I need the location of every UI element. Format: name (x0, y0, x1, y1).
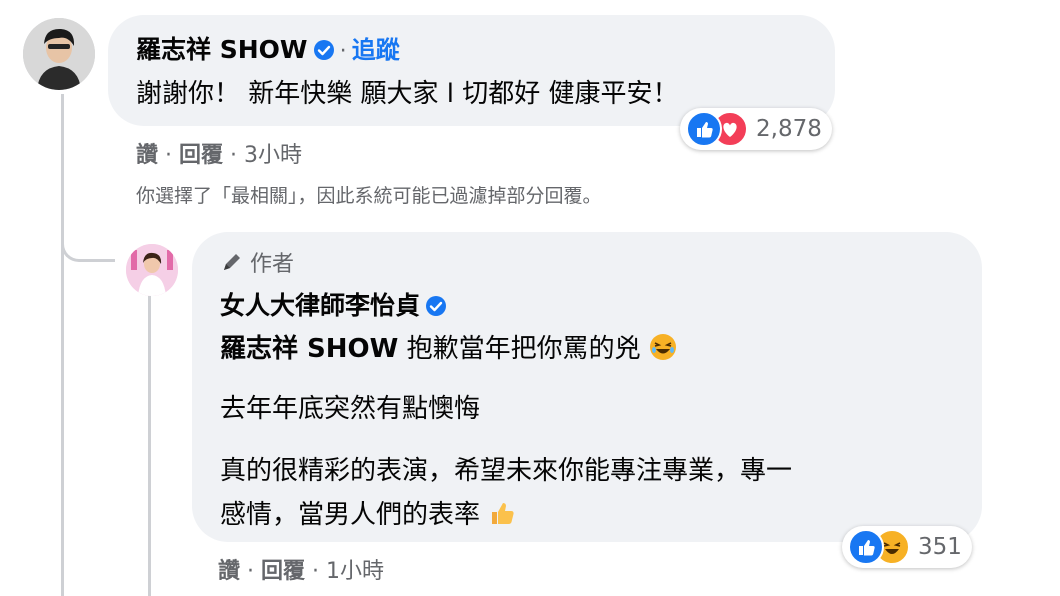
action-separator: · (247, 559, 255, 584)
comment-actions: 讚 · 回覆 · 3小時 (136, 137, 302, 169)
like-action[interactable]: 讚 (218, 559, 240, 584)
follow-button[interactable]: 追蹤 (352, 36, 400, 64)
follow-separator: · (339, 39, 347, 64)
author-badge-label: 作者 (250, 252, 295, 277)
reply-first-line: 羅志祥 SHOW 抱歉當年把你罵的兇 (220, 328, 677, 368)
filter-notice: 你選擇了「最相關」，因此系統可能已過濾掉部分回覆。 (136, 185, 602, 207)
reply-author-avatar[interactable] (126, 244, 178, 296)
action-separator: · (165, 143, 173, 168)
comment-header: 羅志祥 SHOW · 追蹤 (136, 30, 400, 66)
reply-line-4: 感情，當男人們的表率 (220, 500, 481, 530)
commenter-avatar[interactable] (23, 18, 95, 90)
reply-author-name[interactable]: 女人大律師李怡貞 (220, 291, 420, 320)
thumbs-up-emoji-icon (488, 499, 516, 534)
reply-line-1: 抱歉當年把你罵的兇 (406, 334, 641, 364)
mention-link[interactable]: 羅志祥 SHOW (220, 334, 398, 364)
reply-action[interactable]: 回覆 (179, 143, 223, 168)
reply-thread-line (148, 296, 151, 596)
reply-timestamp[interactable]: 1小時 (326, 559, 384, 584)
reply-line-3: 真的很精彩的表演，希望未來你能專注專業，專一 (220, 456, 793, 486)
reply-actions: 讚 · 回覆 · 1小時 (218, 553, 384, 585)
pencil-icon (220, 250, 244, 274)
action-separator: · (312, 559, 320, 584)
haha-emoji-icon (649, 333, 677, 368)
reply-header: 女人大律師李怡貞 (220, 286, 447, 322)
verified-badge-icon (425, 295, 447, 321)
verified-badge-icon (313, 39, 335, 65)
comment-reaction-count: 2,878 (756, 116, 822, 142)
reply-reaction-count: 351 (918, 534, 962, 560)
like-action[interactable]: 讚 (136, 143, 158, 168)
reply-reactions[interactable]: 351 (842, 526, 972, 568)
like-reaction-icon (848, 529, 884, 565)
like-reaction-icon (686, 111, 722, 147)
thread-line-curve (61, 226, 115, 262)
reply-action[interactable]: 回覆 (261, 559, 305, 584)
thread-line-vertical (61, 94, 64, 596)
comment-text: 謝謝你！ 新年快樂 願大家 l 切都好 健康平安！ (136, 79, 679, 109)
comment-timestamp[interactable]: 3小時 (244, 143, 302, 168)
reply-line-2: 去年年底突然有點懊悔 (220, 394, 481, 424)
action-separator: · (230, 143, 238, 168)
reply-bubble: 作者 女人大律師李怡貞 羅志祥 SHOW 抱歉當年把你罵的兇 去年年底突然有點懊… (192, 232, 982, 542)
reply-line-4-wrap: 感情，當男人們的表率 (220, 494, 516, 534)
author-badge: 作者 (220, 246, 294, 278)
comment-author-name[interactable]: 羅志祥 SHOW (136, 35, 307, 64)
comment-reactions[interactable]: 2,878 (680, 108, 832, 150)
